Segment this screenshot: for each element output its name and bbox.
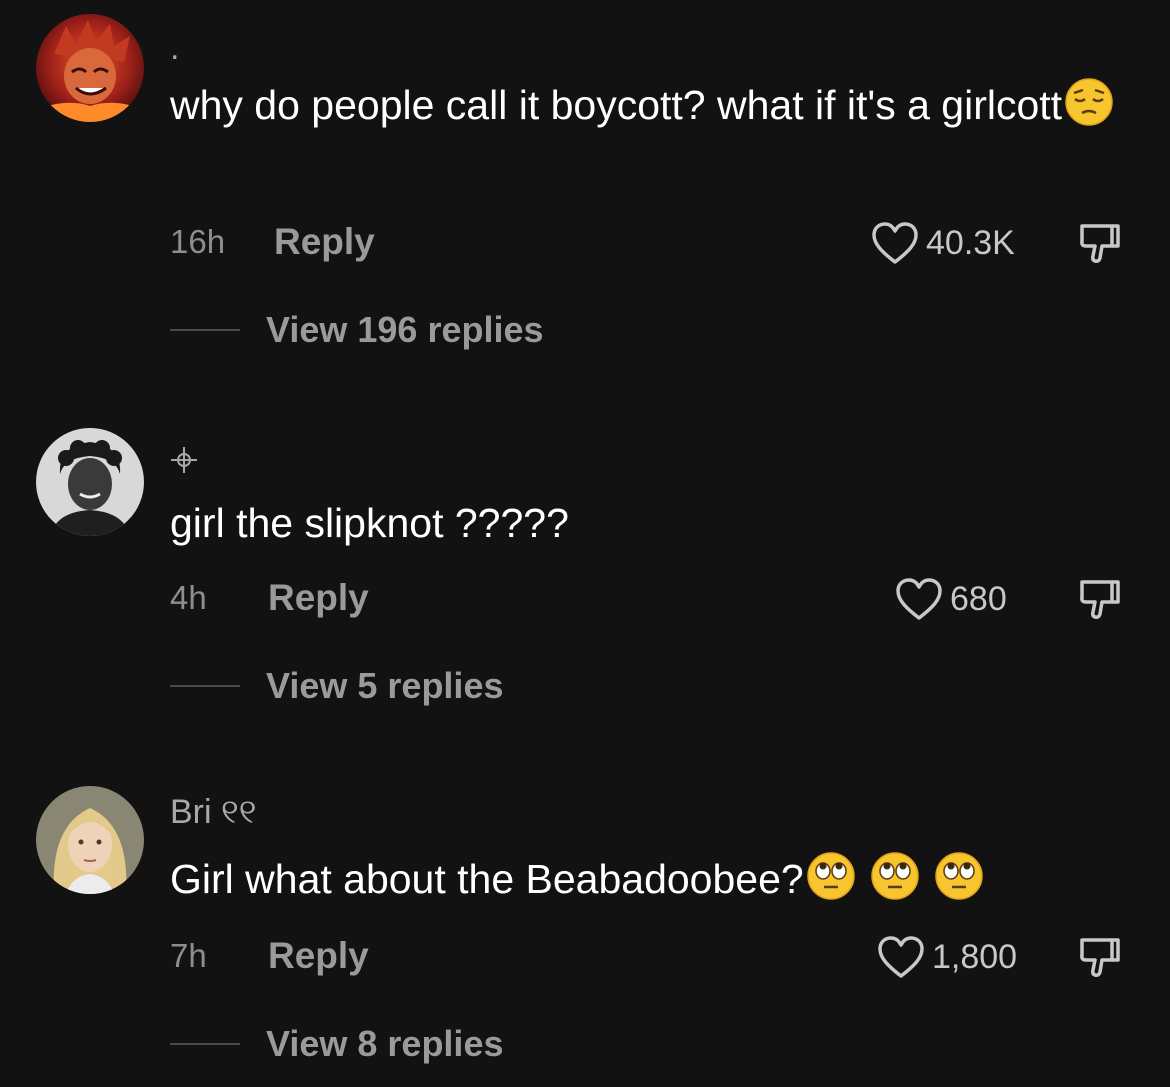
thumbs-down-icon (1080, 580, 1120, 619)
view-replies-button[interactable]: View 5 replies (170, 666, 503, 706)
comment-text: girl the slipknot ????? (170, 494, 1130, 552)
comment-time: 7h (170, 937, 207, 974)
avatar[interactable] (36, 428, 144, 536)
comment-time: 4h (170, 579, 207, 616)
avatar[interactable] (36, 786, 144, 894)
heart-icon (896, 578, 942, 620)
comment-text: why do people call it boycott? what if i… (170, 76, 1130, 134)
comment-text-content: Girl what about the Beabadoobee? (170, 856, 804, 902)
like-count: 680 (950, 580, 1007, 618)
pensive-face-emoji (1064, 77, 1114, 127)
view-replies-label: View 196 replies (266, 309, 544, 350)
dislike-button[interactable] (1076, 932, 1124, 980)
reply-button[interactable]: Reply (274, 222, 375, 262)
avatar[interactable] (36, 14, 144, 122)
reply-button[interactable]: Reply (268, 578, 369, 618)
avatar-image (36, 14, 144, 122)
face-with-rolling-eyes-emoji (934, 851, 984, 901)
heart-icon (878, 936, 924, 978)
like-button[interactable]: 1,800 (876, 934, 1017, 980)
thumbs-down-icon (1080, 938, 1120, 977)
username[interactable]: Bri ୧୧ (170, 792, 256, 832)
view-replies-label: View 5 replies (266, 665, 504, 706)
like-count: 1,800 (932, 938, 1018, 976)
like-count: 40.3K (926, 224, 1015, 262)
avatar-image (36, 786, 144, 894)
face-with-rolling-eyes-emoji (870, 851, 920, 901)
like-button[interactable]: 40.3K (870, 220, 1015, 266)
username[interactable]: . (170, 28, 179, 68)
like-button[interactable]: 680 (894, 576, 1007, 622)
crosshair-icon (170, 446, 198, 479)
avatar-image (36, 428, 144, 536)
comment-list: . why do people call it boycott? what if… (0, 0, 1170, 1087)
reply-button[interactable]: Reply (268, 936, 369, 976)
comment-time: 16h (170, 223, 226, 260)
comment-text-content: girl the slipknot ????? (170, 500, 569, 546)
thumbs-down-icon (1080, 224, 1120, 263)
comment-text-content: why do people call it boycott? what if i… (170, 82, 1063, 128)
dislike-button[interactable] (1076, 574, 1124, 622)
view-replies-button[interactable]: View 8 replies (170, 1024, 503, 1064)
view-replies-label: View 8 replies (266, 1023, 504, 1064)
divider-line (170, 685, 240, 687)
divider-line (170, 329, 240, 331)
face-with-rolling-eyes-emoji (806, 851, 856, 901)
dislike-button[interactable] (1076, 218, 1124, 266)
heart-icon (872, 222, 918, 264)
divider-line (170, 1043, 240, 1045)
view-replies-button[interactable]: View 196 replies (170, 310, 544, 350)
comment-text: Girl what about the Beabadoobee? (170, 850, 1130, 908)
